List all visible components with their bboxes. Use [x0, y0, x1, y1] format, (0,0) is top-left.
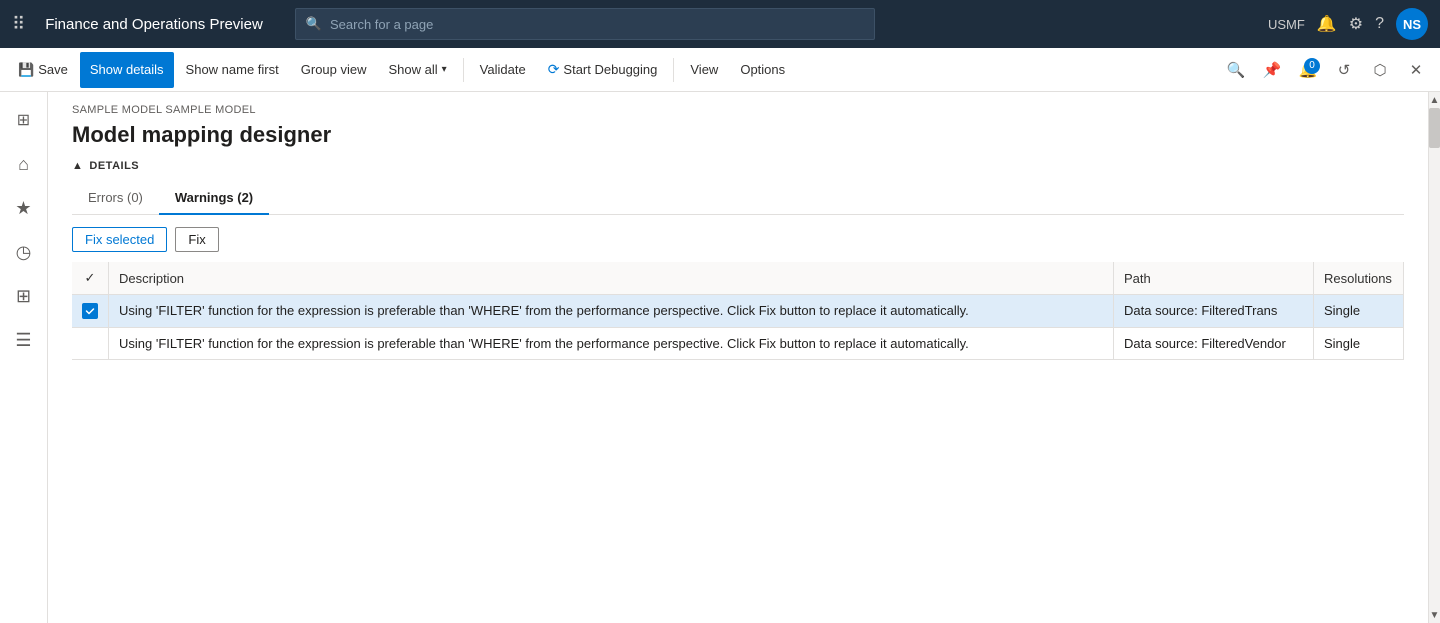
details-section: ▲ DETAILS Errors (0) Warnings (2) Fix se… — [48, 160, 1428, 623]
sidebar-menu-icon[interactable]: ☰ — [4, 320, 44, 360]
details-label: DETAILS — [89, 160, 139, 172]
debug-icon: ⟳ — [548, 61, 560, 78]
environment-label: USMF — [1268, 17, 1305, 32]
scroll-down-arrow[interactable]: ▼ — [1429, 607, 1440, 623]
col-header-description: Description — [109, 262, 1114, 295]
show-name-first-label: Show name first — [186, 62, 279, 77]
col-header-check: ✓ — [72, 262, 109, 295]
details-tabs: Errors (0) Warnings (2) — [72, 182, 1404, 215]
details-header: ▲ DETAILS — [72, 160, 1404, 172]
table-row[interactable]: Using 'FILTER' function for the expressi… — [72, 328, 1404, 360]
top-nav-right: USMF 🔔 ⚙ ? NS — [1268, 8, 1428, 40]
group-view-label: Group view — [301, 62, 367, 77]
row1-path: Data source: FilteredTrans — [1114, 295, 1314, 328]
save-button[interactable]: 💾 Save — [8, 52, 78, 88]
main-layout: ⊞ ⌂ ★ ◷ ⊞ ☰ SAMPLE MODEL SAMPLE MODEL Mo… — [0, 92, 1440, 623]
fix-buttons-row: Fix selected Fix — [72, 227, 1404, 252]
show-details-label: Show details — [90, 62, 164, 77]
warnings-table: ✓ Description Path Resolutions — [72, 262, 1404, 360]
scroll-up-arrow[interactable]: ▲ — [1429, 92, 1440, 108]
tab-warnings[interactable]: Warnings (2) — [159, 182, 269, 215]
search-icon: 🔍 — [306, 16, 322, 32]
warnings-tab-label: Warnings (2) — [175, 190, 253, 205]
options-label: Options — [740, 62, 785, 77]
errors-tab-label: Errors (0) — [88, 190, 143, 205]
notification-badge: 0 — [1304, 58, 1320, 74]
table-row[interactable]: Using 'FILTER' function for the expressi… — [72, 295, 1404, 328]
save-disk-icon: 💾 — [18, 62, 34, 78]
open-in-new-icon[interactable]: ⬡ — [1364, 54, 1396, 86]
notifications-icon[interactable]: 🔔 0 — [1292, 54, 1324, 86]
sidebar-recent-icon[interactable]: ◷ — [4, 232, 44, 272]
fix-selected-button[interactable]: Fix selected — [72, 227, 167, 252]
start-debugging-label: Start Debugging — [563, 62, 657, 77]
validate-button[interactable]: Validate — [470, 52, 536, 88]
view-button[interactable]: View — [680, 52, 728, 88]
refresh-icon[interactable]: ↺ — [1328, 54, 1360, 86]
settings-icon[interactable]: ⚙ — [1349, 14, 1363, 34]
show-name-first-button[interactable]: Show name first — [176, 52, 289, 88]
sidebar-workspaces-icon[interactable]: ⊞ — [4, 276, 44, 316]
start-debugging-button[interactable]: ⟳ Start Debugging — [538, 52, 668, 88]
save-label: Save — [38, 62, 68, 77]
help-icon[interactable]: ? — [1375, 15, 1384, 33]
close-icon[interactable]: ✕ — [1400, 54, 1432, 86]
content-area: SAMPLE MODEL SAMPLE MODEL Model mapping … — [48, 92, 1428, 623]
breadcrumb: SAMPLE MODEL SAMPLE MODEL — [48, 92, 1428, 118]
show-all-label: Show all — [389, 62, 438, 77]
separator-2 — [673, 58, 674, 82]
pin-icon[interactable]: 📌 — [1256, 54, 1288, 86]
row2-resolutions: Single — [1314, 328, 1404, 360]
search-cmd-icon[interactable]: 🔍 — [1220, 54, 1252, 86]
show-all-button[interactable]: Show all ▾ — [379, 52, 457, 88]
show-details-button[interactable]: Show details — [80, 52, 174, 88]
col-header-resolutions: Resolutions — [1314, 262, 1404, 295]
row2-path: Data source: FilteredVendor — [1114, 328, 1314, 360]
search-input[interactable] — [330, 17, 864, 32]
group-view-button[interactable]: Group view — [291, 52, 377, 88]
sidebar-home-icon[interactable]: ⌂ — [4, 144, 44, 184]
chevron-down-icon: ▾ — [442, 64, 447, 75]
collapse-arrow-icon[interactable]: ▲ — [72, 160, 83, 172]
search-box[interactable]: 🔍 — [295, 8, 875, 40]
row1-resolutions: Single — [1314, 295, 1404, 328]
separator-1 — [463, 58, 464, 82]
command-bar: 💾 Save Show details Show name first Grou… — [0, 48, 1440, 92]
row2-description: Using 'FILTER' function for the expressi… — [109, 328, 1114, 360]
row1-description: Using 'FILTER' function for the expressi… — [109, 295, 1114, 328]
validate-label: Validate — [480, 62, 526, 77]
fix-label: Fix — [188, 232, 205, 247]
grid-icon[interactable]: ⠿ — [12, 14, 25, 35]
command-bar-right: 🔍 📌 🔔 0 ↺ ⬡ ✕ — [1220, 54, 1432, 86]
checkbox-checked — [82, 303, 98, 319]
page-title: Model mapping designer — [48, 118, 1428, 160]
fix-selected-label: Fix selected — [85, 232, 154, 247]
fix-button[interactable]: Fix — [175, 227, 218, 252]
row2-check-cell — [72, 328, 109, 360]
scroll-track[interactable] — [1429, 108, 1440, 607]
bell-icon[interactable]: 🔔 — [1317, 14, 1337, 34]
avatar[interactable]: NS — [1396, 8, 1428, 40]
app-title: Finance and Operations Preview — [45, 16, 263, 33]
top-navigation: ⠿ Finance and Operations Preview 🔍 USMF … — [0, 0, 1440, 48]
sidebar: ⊞ ⌂ ★ ◷ ⊞ ☰ — [0, 92, 48, 623]
table-header-row: ✓ Description Path Resolutions — [72, 262, 1404, 295]
tab-errors[interactable]: Errors (0) — [72, 182, 159, 215]
scroll-thumb[interactable] — [1429, 108, 1440, 148]
options-button[interactable]: Options — [730, 52, 795, 88]
col-header-path: Path — [1114, 262, 1314, 295]
sidebar-filter-icon[interactable]: ⊞ — [4, 100, 44, 140]
sidebar-favorites-icon[interactable]: ★ — [4, 188, 44, 228]
right-scrollbar[interactable]: ▲ ▼ — [1428, 92, 1440, 623]
row1-check-cell — [72, 295, 109, 328]
view-label: View — [690, 62, 718, 77]
